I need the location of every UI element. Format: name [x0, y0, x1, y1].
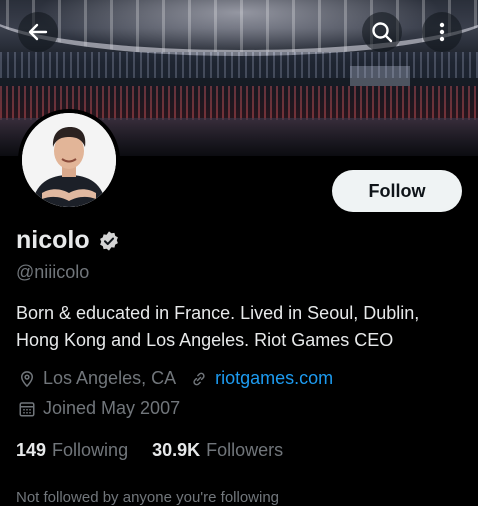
- profile-bio: Born & educated in France. Lived in Seou…: [16, 300, 471, 354]
- banner-stage: [350, 66, 410, 86]
- avatar[interactable]: [18, 109, 120, 211]
- following-count: 149: [16, 440, 47, 460]
- more-vertical-icon: [439, 22, 445, 42]
- search-icon: [372, 22, 393, 43]
- profile-meta-joined: Joined May 2007: [18, 398, 180, 419]
- following-stat[interactable]: 149 Following: [16, 440, 128, 461]
- bio-line: Hong Kong and Los Angeles. Riot Games CE…: [16, 330, 394, 350]
- profile-name-row: nicolo: [16, 226, 120, 255]
- website-link[interactable]: riotgames.com: [215, 368, 333, 389]
- profile-meta-location: Los Angeles, CA riotgames.com: [18, 368, 333, 389]
- followed-by-text: Not followed by anyone you're following: [16, 489, 280, 506]
- location-pin-icon: [20, 370, 34, 387]
- calendar-icon: [19, 401, 35, 416]
- search-button[interactable]: [362, 12, 402, 52]
- joined-text: Joined May 2007: [43, 398, 181, 418]
- followers-count: 30.9K: [152, 440, 201, 460]
- back-arrow-icon: [28, 23, 48, 41]
- verified-badge-icon[interactable]: [98, 230, 120, 252]
- link-icon: [193, 372, 205, 385]
- bio-line: Born & educated in France. Lived in Seou…: [16, 303, 420, 323]
- followers-stat[interactable]: 30.9K Followers: [152, 440, 283, 461]
- avatar-photo: [22, 113, 116, 207]
- following-label: Following: [52, 440, 129, 460]
- followers-label: Followers: [206, 440, 284, 460]
- location-text: Los Angeles, CA: [43, 368, 177, 388]
- profile-handle: @niiicolo: [16, 262, 90, 282]
- banner-roof: [0, 0, 478, 56]
- more-button[interactable]: [422, 12, 462, 52]
- profile-stats: 149 Following 30.9K Followers: [16, 440, 283, 461]
- follow-button[interactable]: Follow: [332, 170, 462, 212]
- back-button[interactable]: [18, 12, 58, 52]
- display-name: nicolo: [16, 226, 90, 254]
